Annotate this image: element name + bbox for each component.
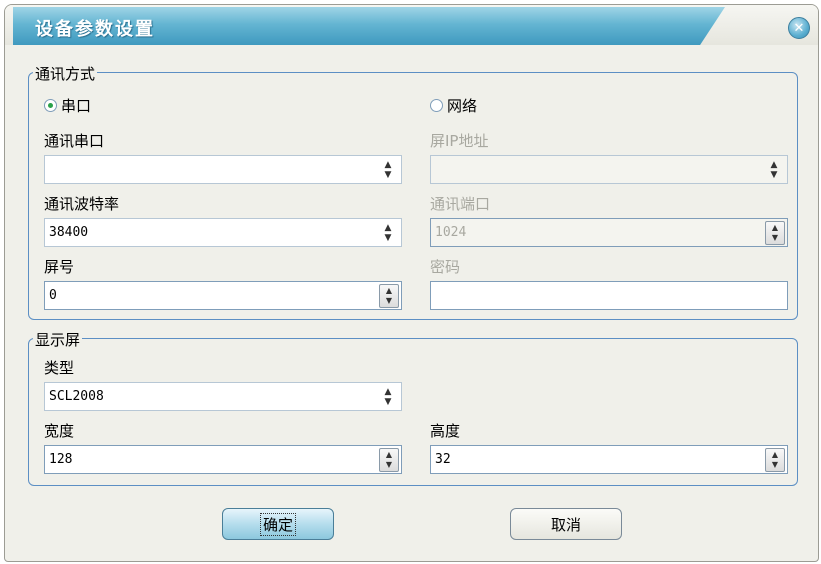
baud-rate-select[interactable]: 38400 ▲ ▼ [44, 218, 402, 247]
ok-button-label: 确定 [259, 512, 296, 536]
height-spinbox[interactable]: 32 ▲ ▼ [430, 445, 788, 474]
screen-no-value: 0 [49, 288, 57, 303]
network-radio-indicator[interactable] [430, 99, 443, 112]
close-button[interactable]: ✕ [788, 17, 810, 39]
port-spinbox[interactable]: 1024 ▲ ▼ [430, 218, 788, 247]
type-select[interactable]: SCL2008 ▲ ▼ [44, 382, 402, 411]
password-input[interactable] [430, 281, 788, 310]
network-radio[interactable]: 网络 [430, 95, 477, 116]
spin-arrows-icon[interactable]: ▲ ▼ [379, 283, 399, 308]
serial-radio[interactable]: 串口 [44, 95, 91, 116]
cancel-button[interactable]: 取消 [510, 508, 622, 540]
serial-port-select[interactable]: ▲ ▼ [44, 155, 402, 184]
baud-rate-value: 38400 [49, 225, 89, 240]
updown-arrow-icon[interactable]: ▲ ▼ [379, 383, 397, 410]
updown-arrow-icon[interactable]: ▲ ▼ [379, 156, 397, 183]
screen-no-spinbox[interactable]: 0 ▲ ▼ [44, 281, 402, 310]
password-label: 密码 [430, 258, 461, 276]
cancel-button-label: 取消 [550, 515, 581, 534]
type-value: SCL2008 [49, 389, 104, 404]
ip-address-select[interactable]: ▲ ▼ [430, 155, 788, 184]
port-value: 1024 [435, 225, 467, 240]
serial-port-label: 通讯串口 [44, 132, 105, 150]
height-label: 高度 [430, 422, 461, 440]
width-value: 128 [49, 452, 73, 467]
comm-mode-legend: 通讯方式 [33, 63, 98, 84]
serial-radio-indicator[interactable] [44, 99, 57, 112]
width-label: 宽度 [44, 422, 75, 440]
spin-arrows-icon[interactable]: ▲ ▼ [765, 447, 785, 472]
display-legend: 显示屏 [33, 329, 83, 350]
updown-arrow-icon[interactable]: ▲ ▼ [765, 156, 783, 183]
port-label: 通讯端口 [430, 195, 491, 213]
spin-arrows-icon[interactable]: ▲ ▼ [765, 220, 785, 245]
baud-rate-label: 通讯波特率 [44, 195, 120, 213]
network-radio-label: 网络 [447, 97, 478, 115]
dialog-title: 设备参数设置 [35, 19, 155, 40]
ip-address-label: 屏IP地址 [430, 132, 489, 150]
title-bar[interactable]: 设备参数设置 ✕ [5, 5, 818, 45]
width-spinbox[interactable]: 128 ▲ ▼ [44, 445, 402, 474]
spin-arrows-icon[interactable]: ▲ ▼ [379, 447, 399, 472]
close-icon: ✕ [793, 20, 805, 36]
updown-arrow-icon[interactable]: ▲ ▼ [379, 219, 397, 246]
height-value: 32 [435, 452, 451, 467]
ok-button[interactable]: 确定 [222, 508, 334, 540]
type-label: 类型 [44, 359, 75, 377]
screen-no-label: 屏号 [44, 258, 75, 276]
serial-radio-label: 串口 [61, 97, 92, 115]
